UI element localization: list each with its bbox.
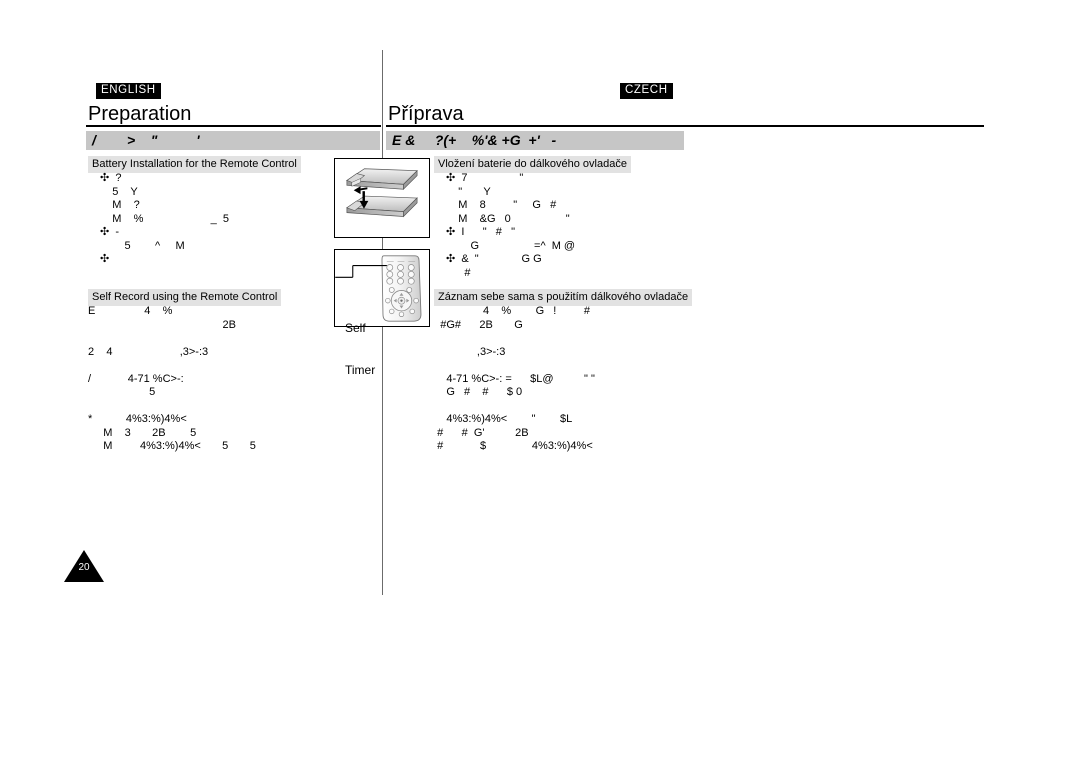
- manual-page: ENGLISH CZECH Preparation Příprava / > "…: [0, 0, 1080, 763]
- language-tag-czech: CZECH: [620, 83, 673, 99]
- body-text-self-record-english: E 4 % 2B 2 4 ,3>-:3 / 4-71 %C>-: 5 * 4%3…: [88, 305, 256, 452]
- section-banner-czech: E & ?(+ %'& +G +' -: [386, 131, 684, 150]
- subheading-self-record-czech: Záznam sebe sama s použitím dálkového ov…: [434, 289, 693, 306]
- page-number: 20: [78, 562, 90, 573]
- self-timer-callout-line1: Self: [345, 321, 366, 335]
- self-timer-callout: Self Timer: [345, 293, 375, 405]
- battery-installation-illustration: [334, 158, 430, 238]
- section-banner-english: / > " ': [86, 131, 380, 150]
- subheading-battery-installation-english: Battery Installation for the Remote Cont…: [88, 156, 301, 173]
- remote-battery-diagram-icon: [345, 168, 418, 218]
- body-text-battery-installation-english: ✣ ? 5 Y M ? M % _ 5 ✣ - 5 ^ M ✣: [100, 172, 229, 265]
- body-text-battery-installation-czech: ✣ 7 " " Y M 8 " G # M &G 0 " ✣ I " # " G…: [446, 172, 576, 279]
- self-timer-callout-line2: Timer: [345, 363, 376, 377]
- page-title-czech: Příprava: [388, 103, 464, 125]
- subheading-battery-installation-czech: Vložení baterie do dálkového ovladače: [434, 156, 631, 173]
- language-tag-english: ENGLISH: [96, 83, 161, 99]
- page-title-english: Preparation: [88, 103, 192, 125]
- subheading-self-record-english: Self Record using the Remote Control: [88, 289, 282, 306]
- page-number-badge: 20: [64, 550, 104, 582]
- title-rule-czech: [386, 125, 984, 127]
- title-rule-english: [86, 125, 381, 127]
- body-text-self-record-czech: 4 % G ! # #G# 2B G ,3>-:3 4-71 %C>-: = $…: [437, 305, 595, 452]
